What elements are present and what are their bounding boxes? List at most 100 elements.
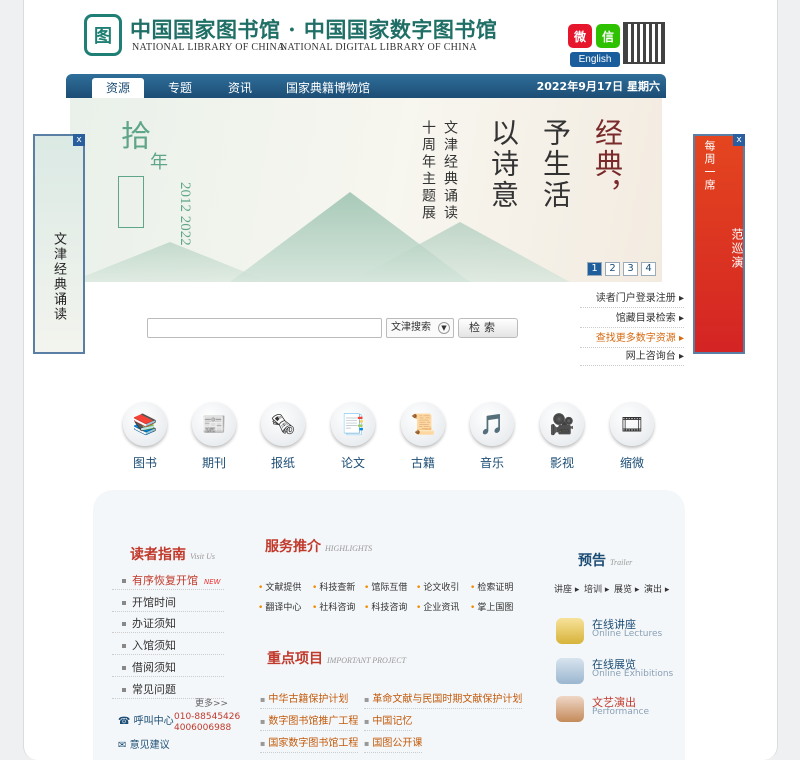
banner-page-1[interactable]: 1 [587, 262, 602, 276]
project-link[interactable]: 国图公开课 [364, 736, 423, 753]
hotline-numbers: 010-88545426 4006006988 [174, 712, 241, 733]
close-icon[interactable]: x [733, 134, 745, 146]
guide-item-entry[interactable]: 入馆须知 [112, 637, 224, 655]
banner-line-4: 文津经典诵读 [442, 120, 458, 222]
qr-code-icon [623, 22, 665, 64]
quick-link-portal[interactable]: 读者门户登录注册 ▸ [580, 290, 684, 308]
service-link[interactable]: 社科咨询 [312, 601, 355, 615]
guide-title: 读者指南 [130, 547, 186, 563]
online-lectures-item[interactable]: 在线讲座 Online Lectures [556, 616, 676, 646]
tab-topics[interactable]: 专题 [154, 78, 206, 98]
feedback-text: 意见建议 [129, 740, 170, 751]
project-link[interactable]: 数字图书馆推广工程 [260, 714, 359, 731]
right-ad-top-text: 每周一席 [703, 140, 716, 192]
category-microfilm[interactable]: 🎞 缩微 [607, 402, 657, 471]
project-link[interactable]: 中华古籍保护计划 [260, 692, 349, 709]
wechat-icon[interactable]: 信 [596, 24, 620, 48]
guide-item-hours[interactable]: 开馆时间 [112, 594, 224, 612]
service-link[interactable]: 翻译中心 [258, 601, 301, 615]
microfilm-icon: 🎞 [610, 402, 654, 446]
banner-nian: 年 [150, 152, 168, 173]
banner-seal [118, 176, 144, 228]
online-exhibitions-label-en: Online Exhibitions [592, 669, 674, 679]
category-label: 影视 [549, 456, 574, 470]
category-label: 报纸 [270, 456, 295, 470]
search-scope-label: 文津搜索 [391, 322, 431, 333]
tab-news[interactable]: 资讯 [214, 78, 266, 98]
project-link[interactable]: 国家数字图书馆工程 [260, 736, 359, 753]
trailer-link-lecture[interactable]: 讲座 ▸ [554, 582, 579, 595]
category-label: 期刊 [201, 456, 226, 470]
library-logo-icon[interactable]: 图 [84, 14, 122, 56]
online-lectures-label-en: Online Lectures [592, 629, 663, 639]
close-icon[interactable]: x [73, 134, 85, 146]
current-date: 2022年9月17日 星期六 [536, 80, 660, 93]
category-ancient-books[interactable]: 📜 古籍 [398, 402, 448, 471]
category-theses[interactable]: 📑 论文 [328, 402, 378, 471]
thesis-icon: 📑 [331, 402, 375, 446]
site-title-en-right: NATIONAL DIGITAL LIBRARY OF CHINA [280, 42, 477, 53]
ancient-scroll-icon: 📜 [401, 402, 445, 446]
banner-page-4[interactable]: 4 [641, 262, 656, 276]
category-newspapers[interactable]: 🗞 报纸 [258, 402, 308, 471]
english-button[interactable]: English [570, 52, 620, 67]
trailer-heading: 预告 Trailer [578, 550, 632, 570]
trailer-link-exhibit[interactable]: 展览 ▸ [614, 582, 639, 595]
projects-title-en: IMPORTANT PROJECT [327, 656, 407, 665]
hero-banner[interactable]: 拾 年 2012 2022 经典， 予生活 以诗意 文津经典诵读 十周年主题展 … [70, 98, 662, 282]
category-music[interactable]: 🎵 音乐 [467, 402, 517, 471]
banner-page-2[interactable]: 2 [605, 262, 620, 276]
phone-icon: ☎ [118, 716, 131, 727]
service-link[interactable]: 检索证明 [470, 581, 513, 595]
project-link[interactable]: 中国记忆 [364, 714, 413, 731]
guide-item-label: 有序恢复开馆 [132, 574, 198, 587]
theater-icon [556, 696, 584, 722]
search-input[interactable] [147, 318, 382, 338]
projects-heading: 重点项目 IMPORTANT PROJECT [267, 648, 406, 668]
guide-more-link[interactable]: 更多>> [195, 696, 228, 709]
service-link[interactable]: 文献提供 [258, 581, 301, 595]
chevron-down-icon: ▼ [438, 322, 450, 334]
newspaper-icon: 🗞 [261, 402, 305, 446]
category-journals[interactable]: 📰 期刊 [189, 402, 239, 471]
performance-item[interactable]: 文艺演出 Performance [556, 694, 676, 724]
podium-icon [556, 618, 584, 644]
quick-link-catalog[interactable]: 馆藏目录检索 ▸ [580, 310, 684, 328]
service-link[interactable]: 科技咨询 [364, 601, 407, 615]
tab-resources[interactable]: 资源 [92, 78, 145, 98]
trailer-title: 预告 [578, 553, 606, 569]
category-film[interactable]: 🎥 影视 [537, 402, 587, 471]
project-link[interactable]: 革命文献与民国时期文献保护计划 [364, 692, 523, 709]
guide-item-reopen[interactable]: 有序恢复开馆 NEW [112, 572, 224, 590]
projects-title: 重点项目 [267, 651, 323, 667]
category-label: 音乐 [479, 456, 504, 470]
service-link[interactable]: 科技查新 [312, 581, 355, 595]
quick-link-digital[interactable]: 查找更多数字资源 ▸ [580, 330, 684, 348]
service-link[interactable]: 企业资讯 [416, 601, 459, 615]
right-floating-ad[interactable]: x 每周一席 第一届全国道德模范巡演 [693, 134, 761, 354]
left-ad-text: 文津经典诵读 [51, 232, 66, 322]
banner-page-3[interactable]: 3 [623, 262, 638, 276]
weibo-icon[interactable]: 微 [568, 24, 592, 48]
banner-pager: 1 2 3 4 [587, 262, 656, 276]
service-link[interactable]: 掌上国图 [470, 601, 513, 615]
service-link[interactable]: 馆际互借 [364, 581, 407, 595]
banner-shi: 拾 [115, 120, 150, 150]
trailer-link-training[interactable]: 培训 ▸ [584, 582, 609, 595]
tab-museum[interactable]: 国家典籍博物馆 [272, 78, 384, 98]
trailer-link-show[interactable]: 演出 ▸ [644, 582, 669, 595]
category-books[interactable]: 📚 图书 [120, 402, 170, 471]
service-link[interactable]: 论文收引 [416, 581, 459, 595]
online-exhibitions-item[interactable]: 在线展览 Online Exhibitions [556, 656, 676, 686]
journal-icon: 📰 [192, 402, 236, 446]
guide-item-card[interactable]: 办证须知 [112, 615, 224, 633]
chat-icon: ✉ [118, 740, 127, 751]
quick-link-consult[interactable]: 网上咨询台 ▸ [580, 348, 684, 366]
search-scope-select[interactable]: 文津搜索 ▼ [386, 318, 454, 338]
feedback-link[interactable]: ✉ 意见建议 [118, 736, 170, 751]
left-floating-ad[interactable]: x 文津经典诵读 [33, 134, 85, 354]
guide-item-borrow[interactable]: 借阅须知 [112, 659, 224, 677]
search-button[interactable]: 检索 [458, 318, 518, 338]
banner-year: 2012 2022 [177, 182, 193, 246]
services-heading: 服务推介 HIGHLIGHTS [265, 536, 372, 556]
